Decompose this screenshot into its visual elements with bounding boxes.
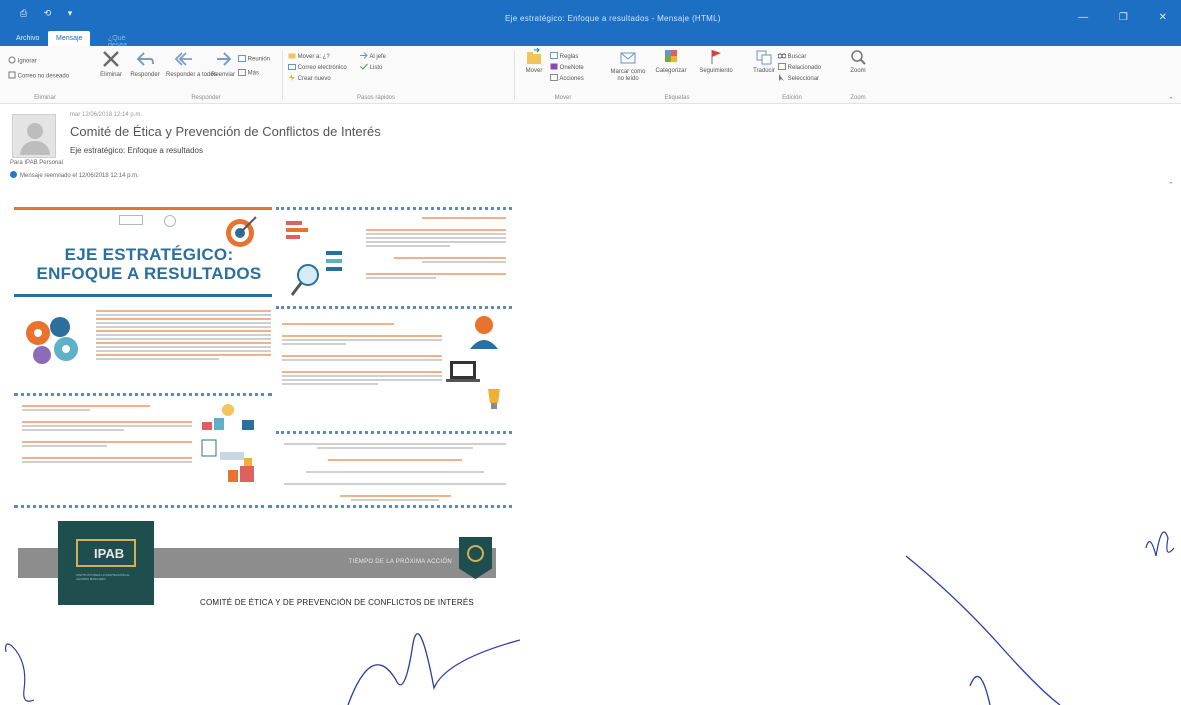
handwritten-signatures xyxy=(5,531,1175,705)
signature-right xyxy=(905,555,1061,705)
signature-left xyxy=(5,643,35,702)
signature-center xyxy=(347,633,521,705)
signature-initials xyxy=(1145,531,1175,557)
